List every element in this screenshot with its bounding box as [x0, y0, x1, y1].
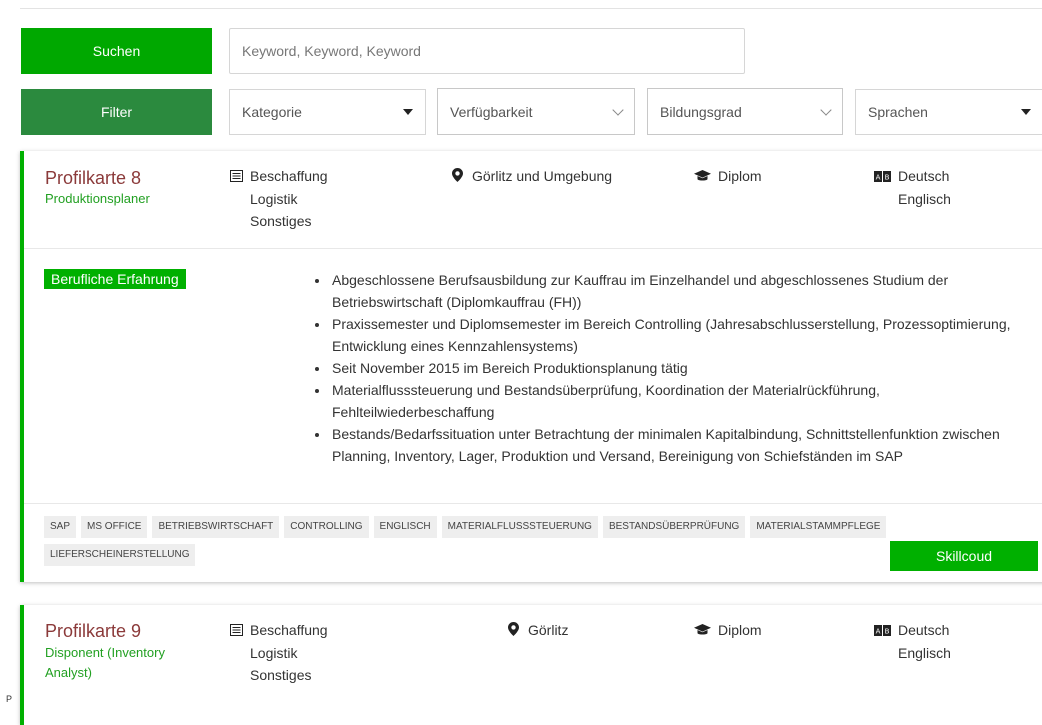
language-item: Englisch: [898, 645, 951, 662]
profile-card: Profilkarte 9 Disponent (Inventory Analy…: [20, 605, 1042, 725]
languages: A B Deutsch Englisch: [874, 165, 951, 210]
kategorie-select[interactable]: Kategorie: [229, 89, 426, 135]
list-item: Abgeschlossene Berufsausbildung zur Kauf…: [330, 269, 1030, 313]
filter-button[interactable]: Filter: [21, 89, 212, 135]
language-item: Deutsch: [898, 168, 950, 184]
skill-tag[interactable]: BETRIEBSWIRTSCHAFT: [152, 516, 280, 538]
category-item: Beschaffung: [250, 168, 328, 184]
category-list: Beschaffung Logistik Sonstiges: [230, 619, 328, 686]
skillcloud-button[interactable]: Skillcoud: [890, 541, 1038, 571]
bildungsgrad-select-label: Bildungsgrad: [660, 103, 742, 120]
location: Görlitz: [508, 619, 568, 642]
list-icon: [230, 166, 244, 188]
graduation-cap-icon: [694, 620, 712, 642]
language-icon: AB: [874, 620, 892, 642]
svg-text:B: B: [885, 628, 890, 636]
education: Diplom: [694, 165, 762, 188]
kategorie-select-label: Kategorie: [242, 104, 302, 120]
card-title[interactable]: Profilkarte 8: [45, 168, 141, 189]
list-item: Praxissemester und Diplomsemester im Ber…: [330, 313, 1030, 357]
language-item: Deutsch: [898, 622, 950, 638]
experience-badge: Berufliche Erfahrung: [44, 269, 186, 289]
category-item: Sonstiges: [250, 667, 312, 684]
search-button[interactable]: Suchen: [21, 28, 212, 74]
card-divider: [24, 248, 1042, 249]
list-item: Bestands/Bedarfssituation unter Betracht…: [330, 423, 1030, 467]
chevron-down-icon: [820, 103, 832, 116]
skill-tag[interactable]: MATERIALSTAMMPFLEGE: [750, 516, 887, 538]
svg-text:A: A: [876, 174, 881, 182]
category-item: Logistik: [250, 645, 298, 662]
map-marker-icon: [508, 620, 522, 642]
caret-down-icon: [1021, 109, 1031, 115]
card-subtitle: Produktionsplaner: [45, 191, 150, 206]
verfuegbarkeit-select-label: Verfügbarkeit: [450, 103, 533, 120]
top-divider: [20, 8, 1042, 9]
stray-text: P: [6, 694, 13, 704]
card-subtitle: Disponent (Inventory Analyst): [45, 645, 165, 680]
education: Diplom: [694, 619, 762, 642]
svg-text:B: B: [885, 174, 890, 182]
card-divider: [24, 503, 1042, 504]
category-item: Sonstiges: [250, 213, 312, 230]
category-list: Beschaffung Logistik Sonstiges: [230, 165, 328, 232]
skill-tag[interactable]: MS OFFICE: [81, 516, 148, 538]
caret-down-icon: [403, 109, 413, 115]
profile-card: Profilkarte 8 Produktionsplaner Beschaff…: [20, 151, 1042, 582]
skill-tag[interactable]: MATERIALFLUSSSTEUERUNG: [441, 516, 598, 538]
location: Görlitz und Umgebung: [452, 165, 612, 188]
location-text: Görlitz: [528, 622, 569, 638]
location-text: Görlitz und Umgebung: [472, 168, 613, 184]
experience-list: Abgeschlossene Berufsausbildung zur Kauf…: [314, 269, 1030, 467]
education-text: Diplom: [718, 622, 762, 638]
skill-tag[interactable]: ENGLISCH: [373, 516, 437, 538]
verfuegbarkeit-select[interactable]: Verfügbarkeit: [437, 88, 635, 135]
skill-tags: SAP MS OFFICE BETRIEBSWIRTSCHAFT CONTROL…: [44, 516, 924, 566]
education-text: Diplom: [718, 168, 762, 184]
list-item: Materialflusssteuerung und Bestandsüberp…: [330, 379, 1030, 423]
language-icon: AB: [874, 166, 892, 188]
list-icon: [230, 620, 244, 642]
svg-text:A: A: [876, 628, 881, 636]
map-marker-icon: [452, 166, 466, 188]
sprachen-select-label: Sprachen: [868, 104, 928, 120]
chevron-down-icon: [612, 103, 624, 116]
sprachen-select[interactable]: Sprachen: [855, 89, 1042, 135]
language-item: Englisch: [898, 191, 951, 208]
skill-tag[interactable]: LIEFERSCHEINERSTELLUNG: [44, 544, 196, 566]
category-item: Beschaffung: [250, 622, 328, 638]
skill-tag[interactable]: CONTROLLING: [284, 516, 369, 538]
skill-tag[interactable]: BESTANDSÜBERPRÜFUNG: [602, 516, 746, 538]
card-title[interactable]: Profilkarte 9: [45, 621, 141, 642]
graduation-cap-icon: [694, 166, 712, 188]
category-item: Logistik: [250, 191, 298, 208]
languages: A B Deutsch Englisch: [874, 619, 951, 664]
bildungsgrad-select[interactable]: Bildungsgrad: [647, 88, 843, 135]
list-item: Seit November 2015 im Bereich Produktion…: [330, 357, 1030, 379]
skill-tag[interactable]: SAP: [44, 516, 77, 538]
search-input[interactable]: [229, 28, 745, 74]
